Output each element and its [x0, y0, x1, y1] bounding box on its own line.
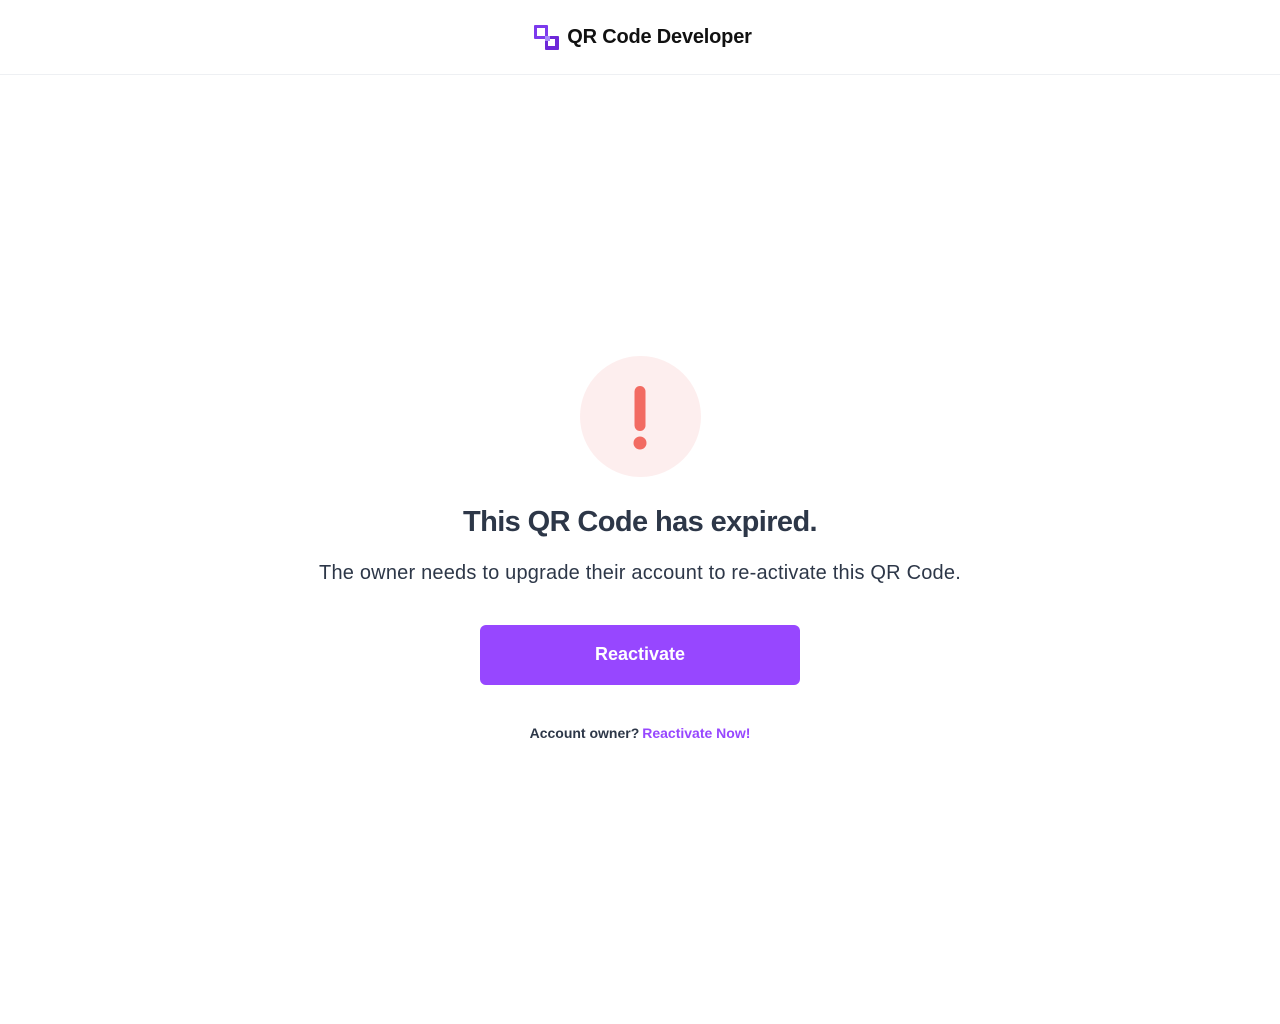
exclamation-icon — [633, 385, 647, 449]
account-owner-line: Account owner? Reactivate Now! — [530, 725, 751, 741]
page-title: This QR Code has expired. — [462, 506, 818, 538]
page-subtitle: The owner needs to upgrade their account… — [319, 561, 961, 584]
top-bar: QR Code Developer — [0, 0, 1280, 75]
alert-badge — [579, 356, 701, 477]
brand-name: QR Code Developer — [567, 25, 752, 48]
account-owner-prompt: Account owner? — [529, 724, 640, 741]
expired-message: This QR Code has expired. The owner need… — [0, 356, 1280, 741]
reactivate-button[interactable]: Reactivate — [480, 624, 800, 685]
reactivate-now-link[interactable]: Reactivate Now! — [642, 725, 750, 741]
qr-code-developer-logo-icon — [534, 24, 560, 50]
brand[interactable]: QR Code Developer — [534, 24, 752, 50]
